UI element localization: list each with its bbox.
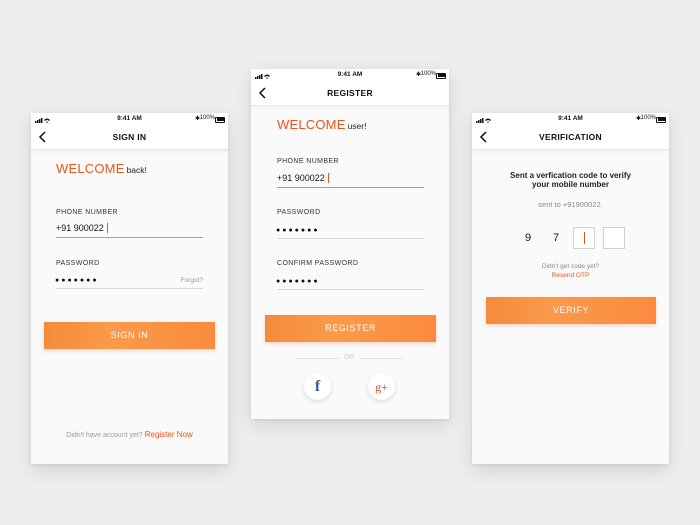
no-code-question: Didn't get code yet?: [541, 263, 600, 270]
verify-button[interactable]: VERIFY: [486, 297, 656, 324]
page-title: SIGN IN: [112, 132, 147, 142]
google-plus-icon: g+: [375, 380, 388, 394]
register-prompt: Didn't have account yet? Register Now: [31, 430, 228, 439]
nav-bar: SIGN IN: [31, 126, 228, 150]
status-bar: 9:41 AM ✱ 100%: [251, 69, 449, 82]
welcome-suffix: back!: [126, 165, 147, 175]
nav-bar: REGISTER: [251, 82, 449, 106]
phone-value: +91 900022: [277, 173, 325, 183]
facebook-icon: f: [314, 378, 321, 395]
otp-digit-1[interactable]: 9: [517, 227, 539, 249]
password-underline: [277, 238, 424, 239]
confirm-password-underline: [277, 289, 424, 290]
register-button[interactable]: REGISTER: [265, 315, 436, 342]
page-title: VERIFICATION: [539, 132, 602, 142]
verification-screen: 9:41 AM ✱ 100% VERIFICATION Sent a verfi…: [472, 113, 669, 464]
welcome-word: WELCOME: [56, 161, 125, 176]
signin-button[interactable]: SIGN IN: [44, 322, 215, 349]
battery-icon: [215, 116, 225, 123]
verification-message: Sent a verfication code to verify your m…: [472, 171, 669, 189]
battery-icon: [436, 72, 446, 79]
battery-percent: 100%: [199, 115, 215, 121]
phone-label: PHONE NUMBER: [56, 209, 118, 216]
verification-message-line2: your mobile number: [532, 180, 609, 189]
password-input[interactable]: ●●●●●●●: [55, 275, 99, 286]
otp-digit-3[interactable]: [573, 227, 595, 249]
password-input[interactable]: ●●●●●●●: [276, 225, 320, 236]
welcome-suffix: user!: [347, 121, 367, 131]
page-title: REGISTER: [327, 88, 373, 98]
register-now-link[interactable]: Register Now: [145, 430, 193, 439]
divider-left: [296, 358, 341, 359]
register-prompt-text: Didn't have account yet?: [66, 432, 143, 439]
or-divider-text: OR: [344, 354, 355, 361]
battery-icon: [656, 116, 666, 123]
battery-percent: 100%: [420, 71, 436, 77]
resend-otp-link[interactable]: Resend OTP: [472, 272, 669, 279]
welcome-heading: WELCOME user!: [277, 117, 366, 132]
otp-digit-2[interactable]: 7: [545, 227, 567, 249]
password-underline: [56, 288, 203, 289]
status-bar: 9:41 AM ✱ 100%: [472, 113, 669, 126]
text-caret: [327, 173, 329, 183]
welcome-word: WELCOME: [277, 117, 346, 132]
password-label: PASSWORD: [56, 260, 100, 267]
confirm-password-label: CONFIRM PASSWORD: [277, 260, 359, 267]
signin-screen: 9:41 AM ✱ 100% SIGN IN WELCOME back! PHON…: [31, 113, 228, 464]
phone-underline: [56, 237, 203, 238]
phone-label: PHONE NUMBER: [277, 158, 339, 165]
phone-underline: [277, 187, 424, 188]
facebook-login-button[interactable]: f: [304, 373, 331, 400]
otp-digit-4[interactable]: [603, 227, 625, 249]
phone-value: +91 900022: [56, 223, 104, 233]
text-caret: [106, 223, 108, 233]
verification-message-line1: Sent a verfication code to verify: [510, 171, 631, 180]
status-bar: 9:41 AM ✱ 100%: [31, 113, 228, 126]
sent-to-text: sent to +91900022.: [538, 200, 603, 209]
google-plus-login-button[interactable]: g+: [368, 373, 395, 400]
battery-percent: 100%: [640, 115, 656, 121]
forgot-password-link[interactable]: Forgot?: [181, 277, 203, 284]
confirm-password-input[interactable]: ●●●●●●●: [276, 276, 320, 287]
nav-bar: VERIFICATION: [472, 126, 669, 150]
welcome-heading: WELCOME back!: [56, 161, 147, 176]
divider-right: [359, 358, 404, 359]
password-label: PASSWORD: [277, 209, 321, 216]
phone-input[interactable]: +91 900022: [56, 223, 108, 233]
register-screen: 9:41 AM ✱ 100% REGISTER WELCOME user! PHO…: [251, 69, 449, 419]
phone-input[interactable]: +91 900022: [277, 173, 329, 183]
